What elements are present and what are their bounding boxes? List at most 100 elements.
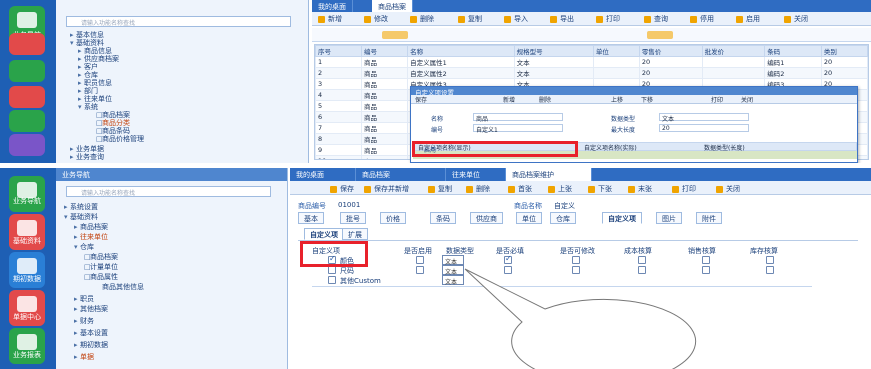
- rail-button-2[interactable]: [9, 33, 45, 55]
- tree-item[interactable]: ▸ 往来单位: [74, 232, 108, 242]
- subtab-attachment[interactable]: 附件: [696, 212, 722, 224]
- sales-checkbox[interactable]: [702, 256, 710, 264]
- tb-edit-button[interactable]: 修改: [364, 14, 388, 24]
- grid-col-header[interactable]: 名称: [407, 45, 515, 57]
- grid-col-header[interactable]: 序号: [315, 45, 363, 57]
- tb-enable-button[interactable]: 启用: [736, 14, 760, 24]
- rail-button-4[interactable]: [9, 86, 45, 108]
- subtab-supplier[interactable]: 供应商: [470, 212, 503, 224]
- subtab-warehouse[interactable]: 仓库: [550, 212, 576, 224]
- save-button[interactable]: 保存: [330, 184, 354, 194]
- tree-item[interactable]: ▸ 其他档案: [74, 304, 108, 314]
- tb-print-button[interactable]: 打印: [596, 14, 620, 24]
- subtab-barcode[interactable]: 条码: [430, 212, 456, 224]
- tree-item[interactable]: ▸ 基本设置: [74, 328, 108, 338]
- grid-col-header[interactable]: 单位: [592, 45, 640, 57]
- toolbar-top: 新增 修改 删除 复制 导入 导出 打印 查询 停用 启用 关闭: [312, 12, 871, 26]
- tb-copy-button[interactable]: 复制: [458, 14, 482, 24]
- dlg-up-button[interactable]: 上移: [611, 95, 623, 104]
- last-button[interactable]: 末张: [628, 184, 652, 194]
- dlg-new-button[interactable]: 新增: [503, 95, 515, 104]
- tb-query-button[interactable]: 查询: [644, 14, 668, 24]
- subtab-unit[interactable]: 单位: [516, 212, 542, 224]
- dlg-close-button[interactable]: 关闭: [741, 95, 753, 104]
- tree-item[interactable]: ▸ 业务查询: [70, 152, 104, 162]
- subtab-custom[interactable]: 自定义项: [602, 212, 642, 224]
- grid-col-header[interactable]: 规格型号: [513, 45, 594, 57]
- tree-item[interactable]: □商品属性: [84, 272, 118, 282]
- dlg-delete-button[interactable]: 删除: [539, 95, 551, 104]
- tree-item[interactable]: ▸ 职员: [74, 294, 94, 304]
- tree-item[interactable]: ▸ 期初数据: [74, 340, 108, 350]
- stock-checkbox[interactable]: [766, 256, 774, 264]
- filter-chip[interactable]: [647, 31, 673, 39]
- row-checkbox[interactable]: [328, 276, 336, 284]
- dlg-field-input[interactable]: 自定义1: [473, 124, 563, 134]
- tb-delete-button[interactable]: 删除: [410, 14, 434, 24]
- tab-archive[interactable]: 商品档案: [356, 168, 446, 181]
- tab-maintenance[interactable]: 商品档案维护: [506, 168, 592, 181]
- next-button[interactable]: 下张: [588, 184, 612, 194]
- tb-new-button[interactable]: 新增: [318, 14, 342, 24]
- dlg-field-input[interactable]: 20: [659, 124, 749, 132]
- tree-item[interactable]: ▸ 单据: [74, 352, 94, 362]
- enable-checkbox[interactable]: [416, 266, 424, 274]
- tab-desktop[interactable]: 我的桌面: [312, 0, 353, 12]
- table-row[interactable]: 1 商品 自定义属性1 文本 20 编码1 20: [315, 56, 868, 68]
- grid-col-header[interactable]: 条码: [764, 45, 822, 57]
- dlg-print-button[interactable]: 打印: [711, 95, 723, 104]
- inner-tab-extend[interactable]: 扩展: [342, 228, 368, 240]
- editable-checkbox[interactable]: [572, 256, 580, 264]
- rail-button-6[interactable]: [9, 134, 45, 156]
- table-row[interactable]: 2 商品 自定义属性2 文本 20 编码2 20: [315, 67, 868, 79]
- tb-export-button[interactable]: 导出: [550, 14, 574, 24]
- tree-item[interactable]: ▾ 仓库: [74, 242, 94, 252]
- tab-desktop[interactable]: 我的桌面: [290, 168, 356, 181]
- dlg-field-input[interactable]: 商品: [473, 113, 563, 123]
- dlg-down-button[interactable]: 下移: [641, 95, 653, 104]
- rail-button-3[interactable]: [9, 60, 45, 82]
- copy-button[interactable]: 复制: [428, 184, 452, 194]
- tree-item[interactable]: □商品价格管理: [96, 134, 144, 144]
- tree-item[interactable]: ▸ 系统设置: [64, 202, 98, 212]
- filter-chip[interactable]: [382, 31, 408, 39]
- subtab-batch[interactable]: 批号: [340, 212, 366, 224]
- subtab-basic[interactable]: 基本: [298, 212, 324, 224]
- row-checkbox[interactable]: [328, 266, 336, 274]
- dlg-field-input[interactable]: 文本: [659, 113, 749, 123]
- nav-search-input-bottom[interactable]: 请输入功能名称查找: [66, 186, 271, 197]
- rail-button-5[interactable]: [9, 110, 45, 132]
- close-button[interactable]: 关闭: [716, 184, 740, 194]
- print-button[interactable]: 打印: [672, 184, 696, 194]
- dlg-save-button[interactable]: 保存: [415, 95, 427, 104]
- nav-search-input-top[interactable]: 请输入功能名称查找: [66, 16, 291, 27]
- required-checkbox[interactable]: [504, 254, 512, 264]
- prev-button[interactable]: 上张: [548, 184, 572, 194]
- grid-col-header[interactable]: 批发价: [701, 45, 766, 57]
- tb-disable-button[interactable]: 停用: [690, 14, 714, 24]
- tb-import-button[interactable]: 导入: [504, 14, 528, 24]
- tree-item[interactable]: ▸ 商品档案: [74, 222, 108, 232]
- tree-item[interactable]: □计量单位: [84, 262, 118, 272]
- tree-item[interactable]: ▾ 系统: [78, 102, 98, 112]
- tab-partners[interactable]: 往来单位: [446, 168, 506, 181]
- first-button[interactable]: 首张: [508, 184, 532, 194]
- stock-checkbox[interactable]: [766, 266, 774, 274]
- delete-button[interactable]: 删除: [466, 184, 490, 194]
- tab-item-archive[interactable]: 商品档案: [372, 0, 413, 12]
- grid-col-header[interactable]: 编号: [361, 45, 409, 57]
- cost-checkbox[interactable]: [638, 256, 646, 264]
- inner-tab-custom[interactable]: 自定义项: [304, 228, 344, 240]
- enable-checkbox[interactable]: [416, 256, 424, 264]
- save-and-new-button[interactable]: 保存并新增: [364, 184, 409, 194]
- subtab-price[interactable]: 价格: [380, 212, 406, 224]
- tree-item[interactable]: □商品档案: [84, 252, 118, 262]
- tree-item[interactable]: ▾ 基础资料: [64, 212, 98, 222]
- tree-item[interactable]: 商品其他信息: [96, 282, 144, 292]
- rail-nav-button[interactable]: [9, 176, 45, 212]
- subtab-image[interactable]: 图片: [656, 212, 682, 224]
- grid-col-header[interactable]: 零售价: [638, 45, 703, 57]
- grid-col-header[interactable]: 类别: [820, 45, 868, 57]
- tree-item[interactable]: ▸ 财务: [74, 316, 94, 326]
- tb-close-button[interactable]: 关闭: [784, 14, 808, 24]
